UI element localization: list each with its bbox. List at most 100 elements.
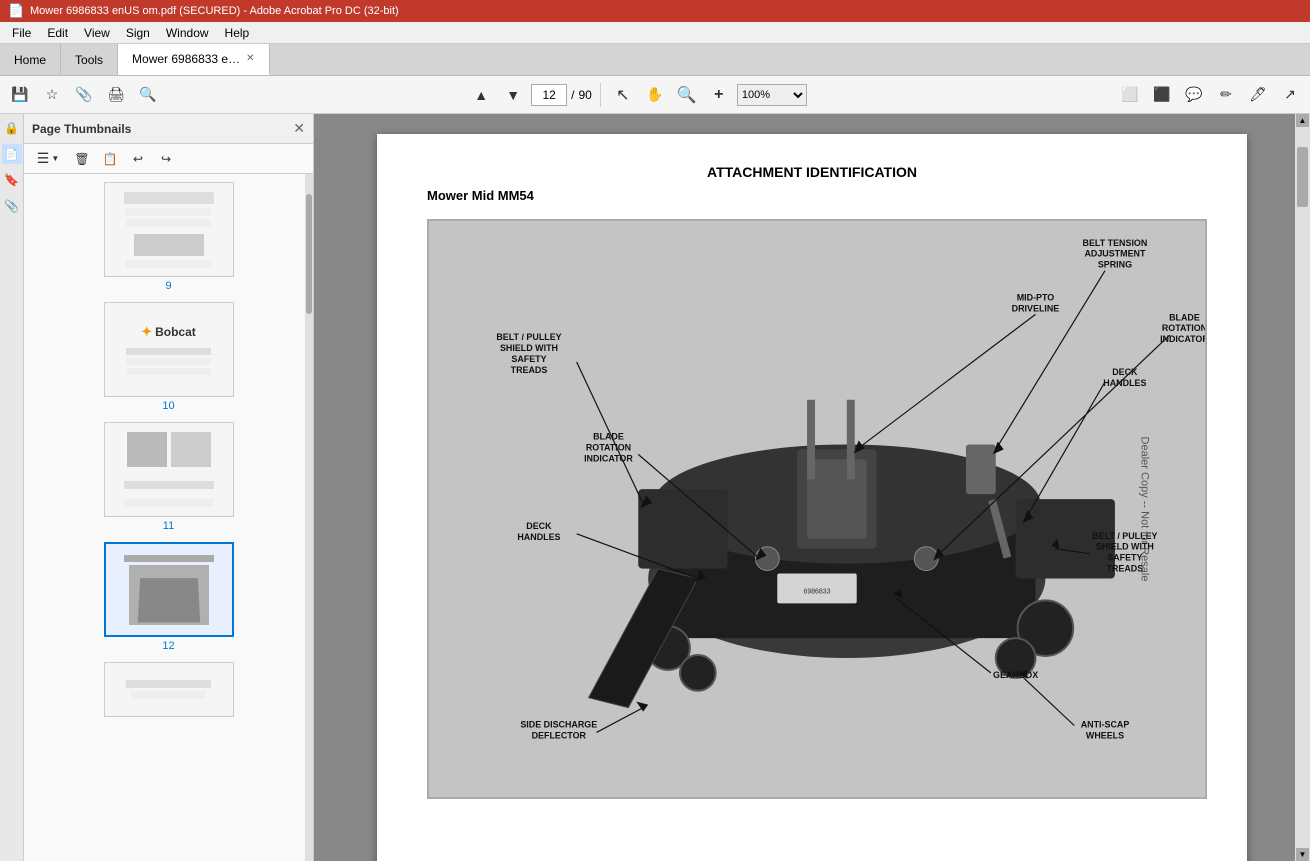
zoom-select[interactable]: 100% 75% 125% 150% [737,84,807,106]
svg-text:WHEELS: WHEELS [1086,730,1124,740]
svg-text:6986833: 6986833 [803,588,830,595]
menu-bar: File Edit View Sign Window Help [0,22,1310,44]
svg-text:HANDLES: HANDLES [517,532,560,542]
pen-tool[interactable]: ✏ [1212,81,1240,109]
find-button[interactable]: 🔍 [134,81,162,109]
svg-text:BELT / PULLEY: BELT / PULLEY [496,332,561,342]
edit-button[interactable]: 🖊 [1244,81,1272,109]
svg-text:ROTATION: ROTATION [586,442,631,452]
svg-text:DEFLECTOR: DEFLECTOR [532,730,587,740]
paperclip-icon[interactable]: 📎 [2,196,22,216]
panel-title: Page Thumbnails [32,122,131,136]
pages-icon[interactable]: 📄 [2,144,22,164]
diagram-svg: 6986833 BELT TENSION ADJUSTMENT SPRING M… [429,221,1205,797]
panel-menu-button[interactable]: ☰▼ [30,147,66,171]
thumb-page-13[interactable] [28,662,309,717]
thumb-img-9 [104,182,234,277]
pdf-content[interactable]: ATTACHMENT IDENTIFICATION Mower Mid MM54 [314,114,1310,861]
zoom-in-button[interactable]: + [705,81,733,109]
toolbar: 💾 ☆ 📎 🖨 🔍 ▲ ▼ / 90 ↖ ✋ 🔍 + 100% 75% 125%… [0,76,1310,114]
svg-text:GEARBOX: GEARBOX [993,670,1038,680]
nav-controls: ▲ ▼ / 90 ↖ ✋ 🔍 + 100% 75% 125% 150% [467,81,807,109]
total-pages: 90 [578,88,591,102]
tab-tools[interactable]: Tools [61,44,118,75]
attach-button[interactable]: 📎 [70,81,98,109]
svg-text:DECK: DECK [526,521,552,531]
cursor-tool[interactable]: ↖ [609,81,637,109]
fit-width-button[interactable]: ⬛ [1148,81,1176,109]
thumb-label-12: 12 [162,640,174,652]
thumb-img-12 [104,542,234,637]
thumb-label-9: 9 [165,280,171,292]
title-bar: 📄 Mower 6986833 enUS om.pdf (SECURED) - … [0,0,1310,22]
thumb-label-11: 11 [163,520,174,532]
svg-text:DRIVELINE: DRIVELINE [1012,303,1060,313]
panel-extract-button[interactable]: 📋 [98,147,122,171]
print-button[interactable]: 🖨 [102,81,130,109]
thumbnails-list[interactable]: 9 ✦ Bobcat 10 [24,174,313,861]
thumb-label-10: 10 [162,400,174,412]
export-button[interactable]: ↗ [1276,81,1304,109]
menu-window[interactable]: Window [158,24,217,42]
sidebar-icons: 🔒 📄 🔖 📎 [0,114,24,861]
zoom-out-button[interactable]: 🔍 [673,81,701,109]
svg-text:SIDE DISCHARGE: SIDE DISCHARGE [520,719,597,729]
tab-home[interactable]: Home [0,44,61,75]
title-bar-text: Mower 6986833 enUS om.pdf (SECURED) - Ad… [30,5,399,17]
svg-text:MID-PTO: MID-PTO [1017,292,1055,302]
svg-text:INDICATOR: INDICATOR [584,453,633,463]
tab-close-icon[interactable]: ✕ [246,53,254,64]
panel-undo-button[interactable]: ↩ [126,147,150,171]
panel-close-button[interactable]: ✕ [293,120,305,137]
svg-text:SPRING: SPRING [1098,260,1132,270]
fit-page-button[interactable]: ⬜ [1116,81,1144,109]
thumbnails-panel: Page Thumbnails ✕ ☰▼ 🗑 📋 ↩ ↪ [24,114,314,861]
comment-button[interactable]: 💬 [1180,81,1208,109]
svg-text:HANDLES: HANDLES [1103,378,1146,388]
panel-toolbar: ☰▼ 🗑 📋 ↩ ↪ [24,144,313,174]
app-icon: 📄 [8,3,24,19]
page-separator: / [571,88,574,102]
thumb-img-13 [104,662,234,717]
save-button[interactable]: 💾 [6,81,34,109]
panel-delete-button[interactable]: 🗑 [70,147,94,171]
svg-text:SHIELD WITH: SHIELD WITH [500,343,558,353]
bookmarks-icon[interactable]: 🔖 [2,170,22,190]
svg-text:SAFETY: SAFETY [511,354,546,364]
menu-file[interactable]: File [4,24,39,42]
menu-view[interactable]: View [76,24,118,42]
page-number-input[interactable] [531,84,567,106]
svg-text:BLADE: BLADE [1169,312,1200,322]
tab-bar: Home Tools Mower 6986833 e… ✕ [0,44,1310,76]
panel-redo-button[interactable]: ↪ [154,147,178,171]
scrollbar[interactable]: ▲ ▼ [1295,114,1310,861]
svg-text:INDICATOR: INDICATOR [1160,334,1205,344]
thumb-img-10: ✦ Bobcat [104,302,234,397]
diagram-container: 6986833 BELT TENSION ADJUSTMENT SPRING M… [427,219,1207,799]
prev-page-button[interactable]: ▲ [467,81,495,109]
thumb-page-12[interactable]: 12 [28,542,309,652]
lock-icon: 🔒 [2,118,22,138]
page-subheading: Mower Mid MM54 [427,188,1197,203]
page-heading: ATTACHMENT IDENTIFICATION [427,164,1197,180]
menu-sign[interactable]: Sign [118,24,158,42]
thumb-page-9[interactable]: 9 [28,182,309,292]
thumb-page-10[interactable]: ✦ Bobcat 10 [28,302,309,412]
hand-tool[interactable]: ✋ [641,81,669,109]
thumb-img-11 [104,422,234,517]
menu-edit[interactable]: Edit [39,24,76,42]
tab-doc[interactable]: Mower 6986833 e… ✕ [118,44,269,75]
bookmark-button[interactable]: ☆ [38,81,66,109]
svg-text:ROTATION: ROTATION [1162,323,1205,333]
thumb-page-11[interactable]: 11 [28,422,309,532]
pdf-page: ATTACHMENT IDENTIFICATION Mower Mid MM54 [377,134,1247,861]
menu-help[interactable]: Help [217,24,258,42]
svg-text:DECK: DECK [1112,367,1138,377]
svg-text:ADJUSTMENT: ADJUSTMENT [1084,249,1146,259]
next-page-button[interactable]: ▼ [499,81,527,109]
svg-text:SAFETY: SAFETY [1107,553,1142,563]
svg-text:BLADE: BLADE [593,431,624,441]
svg-text:TREADS: TREADS [511,365,548,375]
main-layout: 🔒 📄 🔖 📎 Page Thumbnails ✕ ☰▼ 🗑 📋 ↩ ↪ [0,114,1310,861]
svg-text:BELT TENSION: BELT TENSION [1083,238,1148,248]
